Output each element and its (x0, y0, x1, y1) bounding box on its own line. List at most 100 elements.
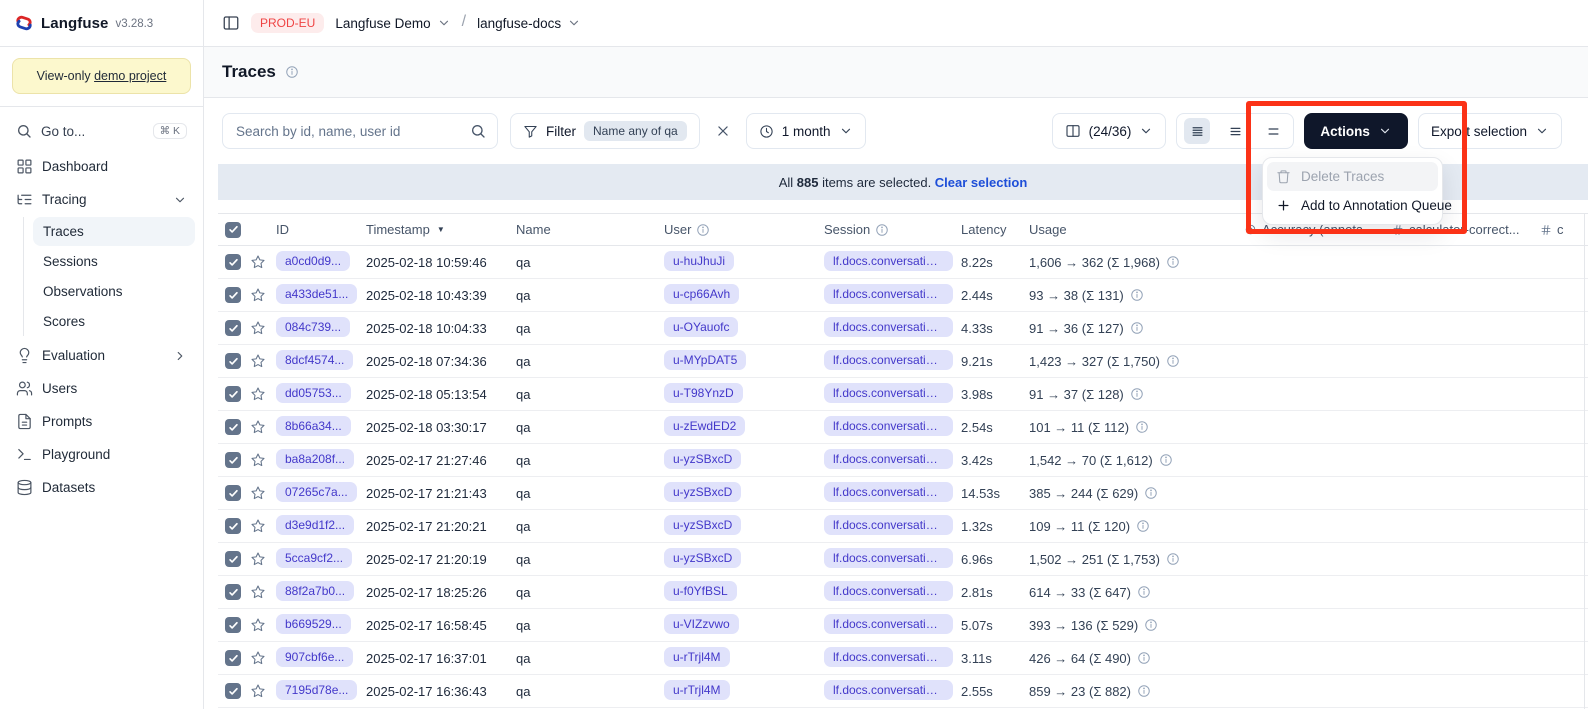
info-icon[interactable] (1137, 651, 1151, 665)
table-row[interactable]: d3e9d1f2...2025-02-17 21:20:21qau-yzSBxc… (218, 510, 1588, 543)
info-icon[interactable] (1130, 321, 1144, 335)
info-icon[interactable] (696, 223, 710, 237)
row-checkbox[interactable] (225, 617, 241, 633)
row-checkbox[interactable] (225, 353, 241, 369)
info-icon[interactable] (1137, 585, 1151, 599)
trace-id-badge[interactable]: 7195d78e... (276, 680, 357, 700)
search-input[interactable] (234, 123, 462, 140)
project-switcher[interactable]: langfuse-docs (477, 16, 581, 31)
sidebar-toggle-icon[interactable] (222, 14, 240, 32)
user-id-badge[interactable]: u-MYpDAT5 (664, 350, 746, 370)
trace-id-badge[interactable]: 907cbf6e... (276, 647, 353, 667)
star-icon[interactable] (250, 617, 268, 633)
trace-id-badge[interactable]: a433de51... (276, 284, 357, 304)
star-icon[interactable] (250, 254, 268, 270)
session-id-badge[interactable]: lf.docs.conversation... (824, 251, 953, 271)
trace-id-badge[interactable]: 5cca9cf2... (276, 548, 352, 568)
row-height-large-button[interactable] (1260, 118, 1286, 144)
row-height-small-button[interactable] (1184, 118, 1210, 144)
session-id-badge[interactable]: lf.docs.conversation... (824, 548, 953, 568)
sidebar-item-datasets[interactable]: Datasets (8, 471, 195, 504)
header-cell-session[interactable]: Session (824, 222, 961, 237)
row-checkbox[interactable] (225, 419, 241, 435)
row-checkbox[interactable] (225, 287, 241, 303)
search-icon[interactable] (470, 123, 486, 139)
info-icon[interactable] (875, 223, 889, 237)
sidebar-item-dashboard[interactable]: Dashboard (8, 150, 195, 183)
org-switcher[interactable]: Langfuse Demo (335, 16, 450, 31)
session-id-badge[interactable]: lf.docs.conversation... (824, 350, 953, 370)
table-row[interactable]: 084c739...2025-02-18 10:04:33qau-OYauofc… (218, 312, 1588, 345)
trace-id-badge[interactable]: ba8a208f... (276, 449, 354, 469)
user-id-badge[interactable]: u-yzSBxcD (664, 449, 741, 469)
star-icon[interactable] (250, 287, 268, 303)
actions-button[interactable]: Actions (1304, 113, 1408, 149)
user-id-badge[interactable]: u-OYauofc (664, 317, 738, 337)
header-cell-latency[interactable]: Latency (961, 222, 1029, 237)
info-icon[interactable] (1137, 684, 1151, 698)
header-cell-id[interactable]: ID (276, 222, 366, 237)
time-range-button[interactable]: 1 month (746, 113, 866, 149)
user-id-badge[interactable]: u-zEwdED2 (664, 416, 745, 436)
trace-id-badge[interactable]: 8b66a34... (276, 416, 351, 436)
user-id-badge[interactable]: u-huJhuJi (664, 251, 734, 271)
row-checkbox[interactable] (225, 386, 241, 402)
user-id-badge[interactable]: u-yzSBxcD (664, 515, 741, 535)
demo-project-link[interactable]: demo project (94, 69, 166, 83)
trace-id-badge[interactable]: 084c739... (276, 317, 350, 337)
row-checkbox[interactable] (225, 518, 241, 534)
user-id-badge[interactable]: u-yzSBxcD (664, 482, 741, 502)
export-selection-button[interactable]: Export selection (1418, 113, 1562, 149)
star-icon[interactable] (250, 584, 268, 600)
info-icon[interactable] (1159, 453, 1173, 467)
user-id-badge[interactable]: u-T98YnzD (664, 383, 743, 403)
session-id-badge[interactable]: lf.docs.conversation.... (824, 383, 953, 403)
star-icon[interactable] (250, 419, 268, 435)
table-row[interactable]: 5cca9cf2...2025-02-17 21:20:19qau-yzSBxc… (218, 543, 1588, 576)
row-checkbox[interactable] (225, 584, 241, 600)
sidebar-item-evaluation[interactable]: Evaluation (8, 339, 195, 372)
row-checkbox[interactable] (225, 551, 241, 567)
session-id-badge[interactable]: lf.docs.conversation.... (824, 647, 953, 667)
user-id-badge[interactable]: u-VIZzvwo (664, 614, 739, 634)
table-row[interactable]: 07265c7a...2025-02-17 21:21:43qau-yzSBxc… (218, 477, 1588, 510)
goto-search[interactable]: Go to... ⌘ K (8, 116, 195, 146)
table-row[interactable]: a0cd0d9...2025-02-18 10:59:46qau-huJhuJi… (218, 246, 1588, 279)
table-row[interactable]: ba8a208f...2025-02-17 21:27:46qau-yzSBxc… (218, 444, 1588, 477)
session-id-badge[interactable]: lf.docs.conversation... (824, 416, 953, 436)
trace-id-badge[interactable]: b669529... (276, 614, 351, 634)
star-icon[interactable] (250, 650, 268, 666)
session-id-badge[interactable]: lf.docs.conversation... (824, 449, 953, 469)
info-icon[interactable] (1166, 255, 1180, 269)
row-checkbox[interactable] (225, 254, 241, 270)
row-checkbox[interactable] (225, 650, 241, 666)
table-row[interactable]: 8b66a34...2025-02-18 03:30:17qau-zEwdED2… (218, 411, 1588, 444)
info-icon[interactable] (1136, 519, 1150, 533)
table-row[interactable]: 907cbf6e...2025-02-17 16:37:01qau-rTrjl4… (218, 642, 1588, 675)
table-row[interactable]: a433de51...2025-02-18 10:43:39qau-cp66Av… (218, 279, 1588, 312)
session-id-badge[interactable]: lf.docs.conversation... (824, 581, 953, 601)
filter-button[interactable]: Filter Name any of qa (510, 113, 700, 149)
session-id-badge[interactable]: lf.docs.conversation... (824, 317, 953, 337)
user-id-badge[interactable]: u-yzSBxcD (664, 548, 741, 568)
table-row[interactable]: 7195d78e...2025-02-17 16:36:43qau-rTrjl4… (218, 675, 1588, 708)
header-cell-timestamp[interactable]: Timestamp▼ (366, 222, 516, 237)
sidebar-item-observations[interactable]: Observations (33, 277, 195, 306)
sidebar-item-traces[interactable]: Traces (33, 217, 195, 246)
trace-id-badge[interactable]: dd05753... (276, 383, 351, 403)
star-icon[interactable] (250, 485, 268, 501)
header-cell-name[interactable]: Name (516, 222, 664, 237)
trace-id-badge[interactable]: d3e9d1f2... (276, 515, 354, 535)
row-checkbox[interactable] (225, 320, 241, 336)
info-icon[interactable] (1130, 387, 1144, 401)
star-icon[interactable] (250, 386, 268, 402)
info-icon[interactable] (1144, 618, 1158, 632)
row-height-medium-button[interactable] (1222, 118, 1248, 144)
sidebar-item-users[interactable]: Users (8, 372, 195, 405)
clear-filter-button[interactable] (712, 120, 734, 142)
header-cell-user[interactable]: User (664, 222, 824, 237)
sidebar-item-scores[interactable]: Scores (33, 307, 195, 336)
trace-id-badge[interactable]: 07265c7a... (276, 482, 357, 502)
header-cell-usage[interactable]: Usage (1029, 222, 1244, 237)
table-row[interactable]: b669529...2025-02-17 16:58:45qau-VIZzvwo… (218, 609, 1588, 642)
